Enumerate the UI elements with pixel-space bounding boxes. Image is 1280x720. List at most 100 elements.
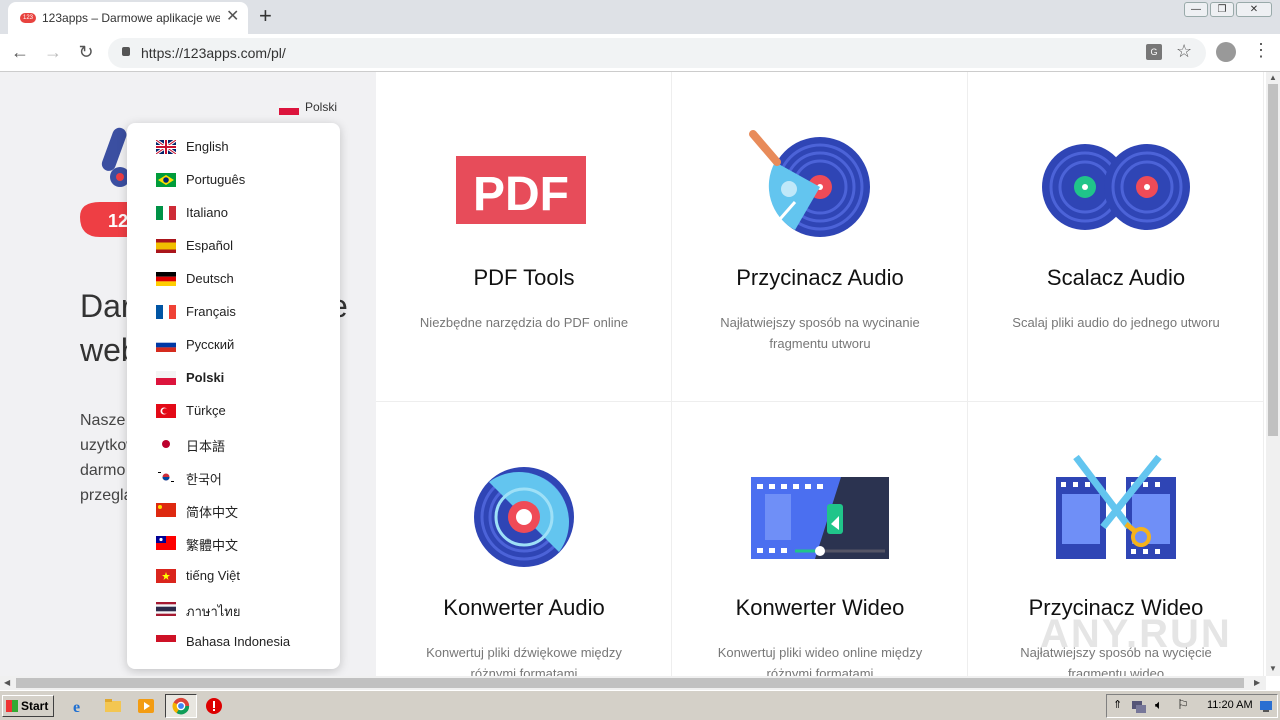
url-text[interactable]: https://123apps.com/pl/ (141, 45, 286, 61)
language-name: Italiano (186, 205, 228, 220)
china-flag-icon (156, 503, 176, 517)
browser-toolbar: ← → ↻ https://123apps.com/pl/ G ☆ ⋮ (0, 34, 1280, 72)
network-icon[interactable] (1131, 698, 1147, 714)
translate-icon[interactable]: G (1146, 44, 1162, 60)
taiwan-flag-icon (156, 536, 176, 550)
video-cutter-icon (1056, 454, 1176, 559)
language-item-italian[interactable]: Italiano (127, 198, 340, 231)
language-name: 日本語 (186, 439, 226, 454)
language-name: Русский (186, 337, 235, 352)
language-name: English (186, 139, 229, 154)
language-item-russian[interactable]: Русский (127, 330, 340, 363)
pdf-icon-text: PDF (473, 168, 569, 221)
chrome-taskbar-button[interactable] (165, 694, 197, 718)
language-item-portuguese[interactable]: Português (127, 165, 340, 198)
language-item-polish[interactable]: Polski (127, 363, 340, 396)
language-name: Türkçe (186, 403, 226, 418)
language-name: 简体中文 (186, 505, 239, 520)
folder-icon[interactable] (103, 696, 123, 716)
card-title: Konwerter Audio (443, 595, 605, 620)
language-item-korean[interactable]: 한국어 (127, 462, 340, 495)
horizontal-scrollbar[interactable]: ◀ ▶ (0, 676, 1266, 690)
windows-logo-icon (6, 700, 18, 712)
forward-arrow-icon[interactable]: → (41, 40, 65, 64)
taskbar: Start e ⇑ 🔈︎ ⚐ 11:20 AM (0, 690, 1280, 720)
card-description: Konwertuj pliki wideo online między różn… (717, 645, 923, 676)
indonesia-flag-icon (156, 635, 176, 649)
card-audio-joiner[interactable]: Scalacz Audio Scalaj pliki audio do jedn… (968, 72, 1264, 402)
vietnam-flag-icon (156, 569, 176, 583)
minimize-button[interactable]: — (1184, 2, 1208, 17)
system-tray: ⇑ 🔈︎ ⚐ 11:20 AM (1106, 694, 1278, 718)
language-item-thai[interactable]: ภาษาไทย (127, 594, 340, 627)
russia-flag-icon (156, 338, 176, 352)
volume-icon[interactable]: 🔈︎ (1155, 697, 1163, 713)
germany-flag-icon (156, 272, 176, 286)
thailand-flag-icon (156, 602, 176, 616)
card-video-converter[interactable]: Konwerter Wideo Konwertuj pliki wideo on… (672, 402, 968, 676)
lock-icon (122, 47, 130, 56)
restore-button[interactable]: ❐ (1210, 2, 1234, 17)
scrollbar-thumb[interactable] (16, 678, 1244, 688)
japan-flag-icon (156, 437, 176, 451)
scroll-down-arrow-icon[interactable]: ▼ (1269, 664, 1277, 673)
korea-flag-icon (156, 470, 176, 484)
bookmark-star-icon[interactable]: ☆ (1176, 41, 1192, 62)
vertical-scrollbar[interactable]: ▲ ▼ (1266, 72, 1280, 676)
show-desktop-icon[interactable] (1259, 699, 1273, 713)
language-item-japanese[interactable]: 日本語 (127, 429, 340, 462)
scrollbar-thumb[interactable] (1268, 84, 1278, 436)
language-name: Bahasa Indonesia (186, 634, 291, 649)
language-item-german[interactable]: Deutsch (127, 264, 340, 297)
spain-flag-icon (156, 239, 176, 253)
language-item-traditional-chinese[interactable]: 繁體中文 (127, 528, 340, 561)
language-name: ภาษาไทย (186, 604, 241, 619)
brazil-flag-icon (156, 173, 176, 187)
chrome-menu-icon[interactable]: ⋮ (1252, 40, 1270, 61)
tab-title: 123apps – Darmowe aplikacje webowe (42, 11, 220, 25)
card-audio-cutter[interactable]: Przycinacz Audio Najłatwiejszy sposób na… (672, 72, 968, 402)
new-tab-button[interactable]: + (259, 4, 272, 28)
language-item-english[interactable]: English (127, 132, 340, 165)
card-pdf-tools[interactable]: PDF PDF Tools Niezbędne narzędzia do PDF… (376, 72, 672, 402)
poland-flag-icon (156, 371, 176, 385)
clock[interactable]: 11:20 AM (1207, 699, 1253, 711)
reload-icon[interactable]: ↻ (74, 40, 98, 64)
uk-flag-icon (156, 140, 176, 154)
language-name: 한국어 (186, 472, 222, 487)
france-flag-icon (156, 305, 176, 319)
card-title: Przycinacz Audio (736, 265, 904, 290)
media-player-icon[interactable] (136, 696, 156, 716)
tray-expand-icon[interactable]: ⇑ (1113, 698, 1122, 711)
language-item-spanish[interactable]: Español (127, 231, 340, 264)
scroll-left-arrow-icon[interactable]: ◀ (4, 678, 10, 687)
logo-text: 12 (108, 211, 128, 231)
language-item-turkish[interactable]: Türkçe (127, 396, 340, 429)
anyrun-watermark: ANY.RUN (1040, 612, 1232, 656)
video-converter-icon (751, 477, 889, 559)
language-item-indonesian[interactable]: Bahasa Indonesia (127, 627, 340, 660)
language-item-french[interactable]: Français (127, 297, 340, 330)
scroll-right-arrow-icon[interactable]: ▶ (1254, 678, 1260, 687)
close-window-button[interactable]: ✕ (1236, 2, 1272, 17)
flag-icon[interactable]: ⚐ (1177, 697, 1189, 713)
language-item-simplified-chinese[interactable]: 简体中文 (127, 495, 340, 528)
stop-sign-icon[interactable] (204, 696, 224, 716)
back-arrow-icon[interactable]: ← (8, 40, 32, 64)
internet-explorer-icon[interactable]: e (70, 696, 90, 716)
tab-close-icon[interactable]: ✕ (226, 9, 239, 25)
scroll-up-arrow-icon[interactable]: ▲ (1269, 73, 1277, 82)
favicon-icon: 123 (20, 13, 36, 23)
card-description: Scalaj pliki audio do jednego utworu (1012, 315, 1220, 330)
language-item-vietnamese[interactable]: tiếng Việt (127, 561, 340, 594)
start-button[interactable]: Start (2, 695, 54, 717)
browser-tab[interactable]: 123 123apps – Darmowe aplikacje webowe ✕ (8, 2, 248, 34)
card-title: Scalacz Audio (1046, 265, 1186, 290)
address-bar[interactable]: https://123apps.com/pl/ G ☆ (108, 38, 1206, 68)
audio-cutter-icon (749, 130, 870, 237)
card-audio-converter[interactable]: Konwerter Audio Konwertuj pliki dźwiękow… (376, 402, 672, 676)
profile-avatar-icon[interactable] (1216, 42, 1236, 62)
left-panel: Polski 12 Dare web Nasze uzytkow darmo p… (0, 72, 376, 676)
audio-joiner-icon (1042, 144, 1190, 230)
chrome-icon (172, 697, 190, 715)
